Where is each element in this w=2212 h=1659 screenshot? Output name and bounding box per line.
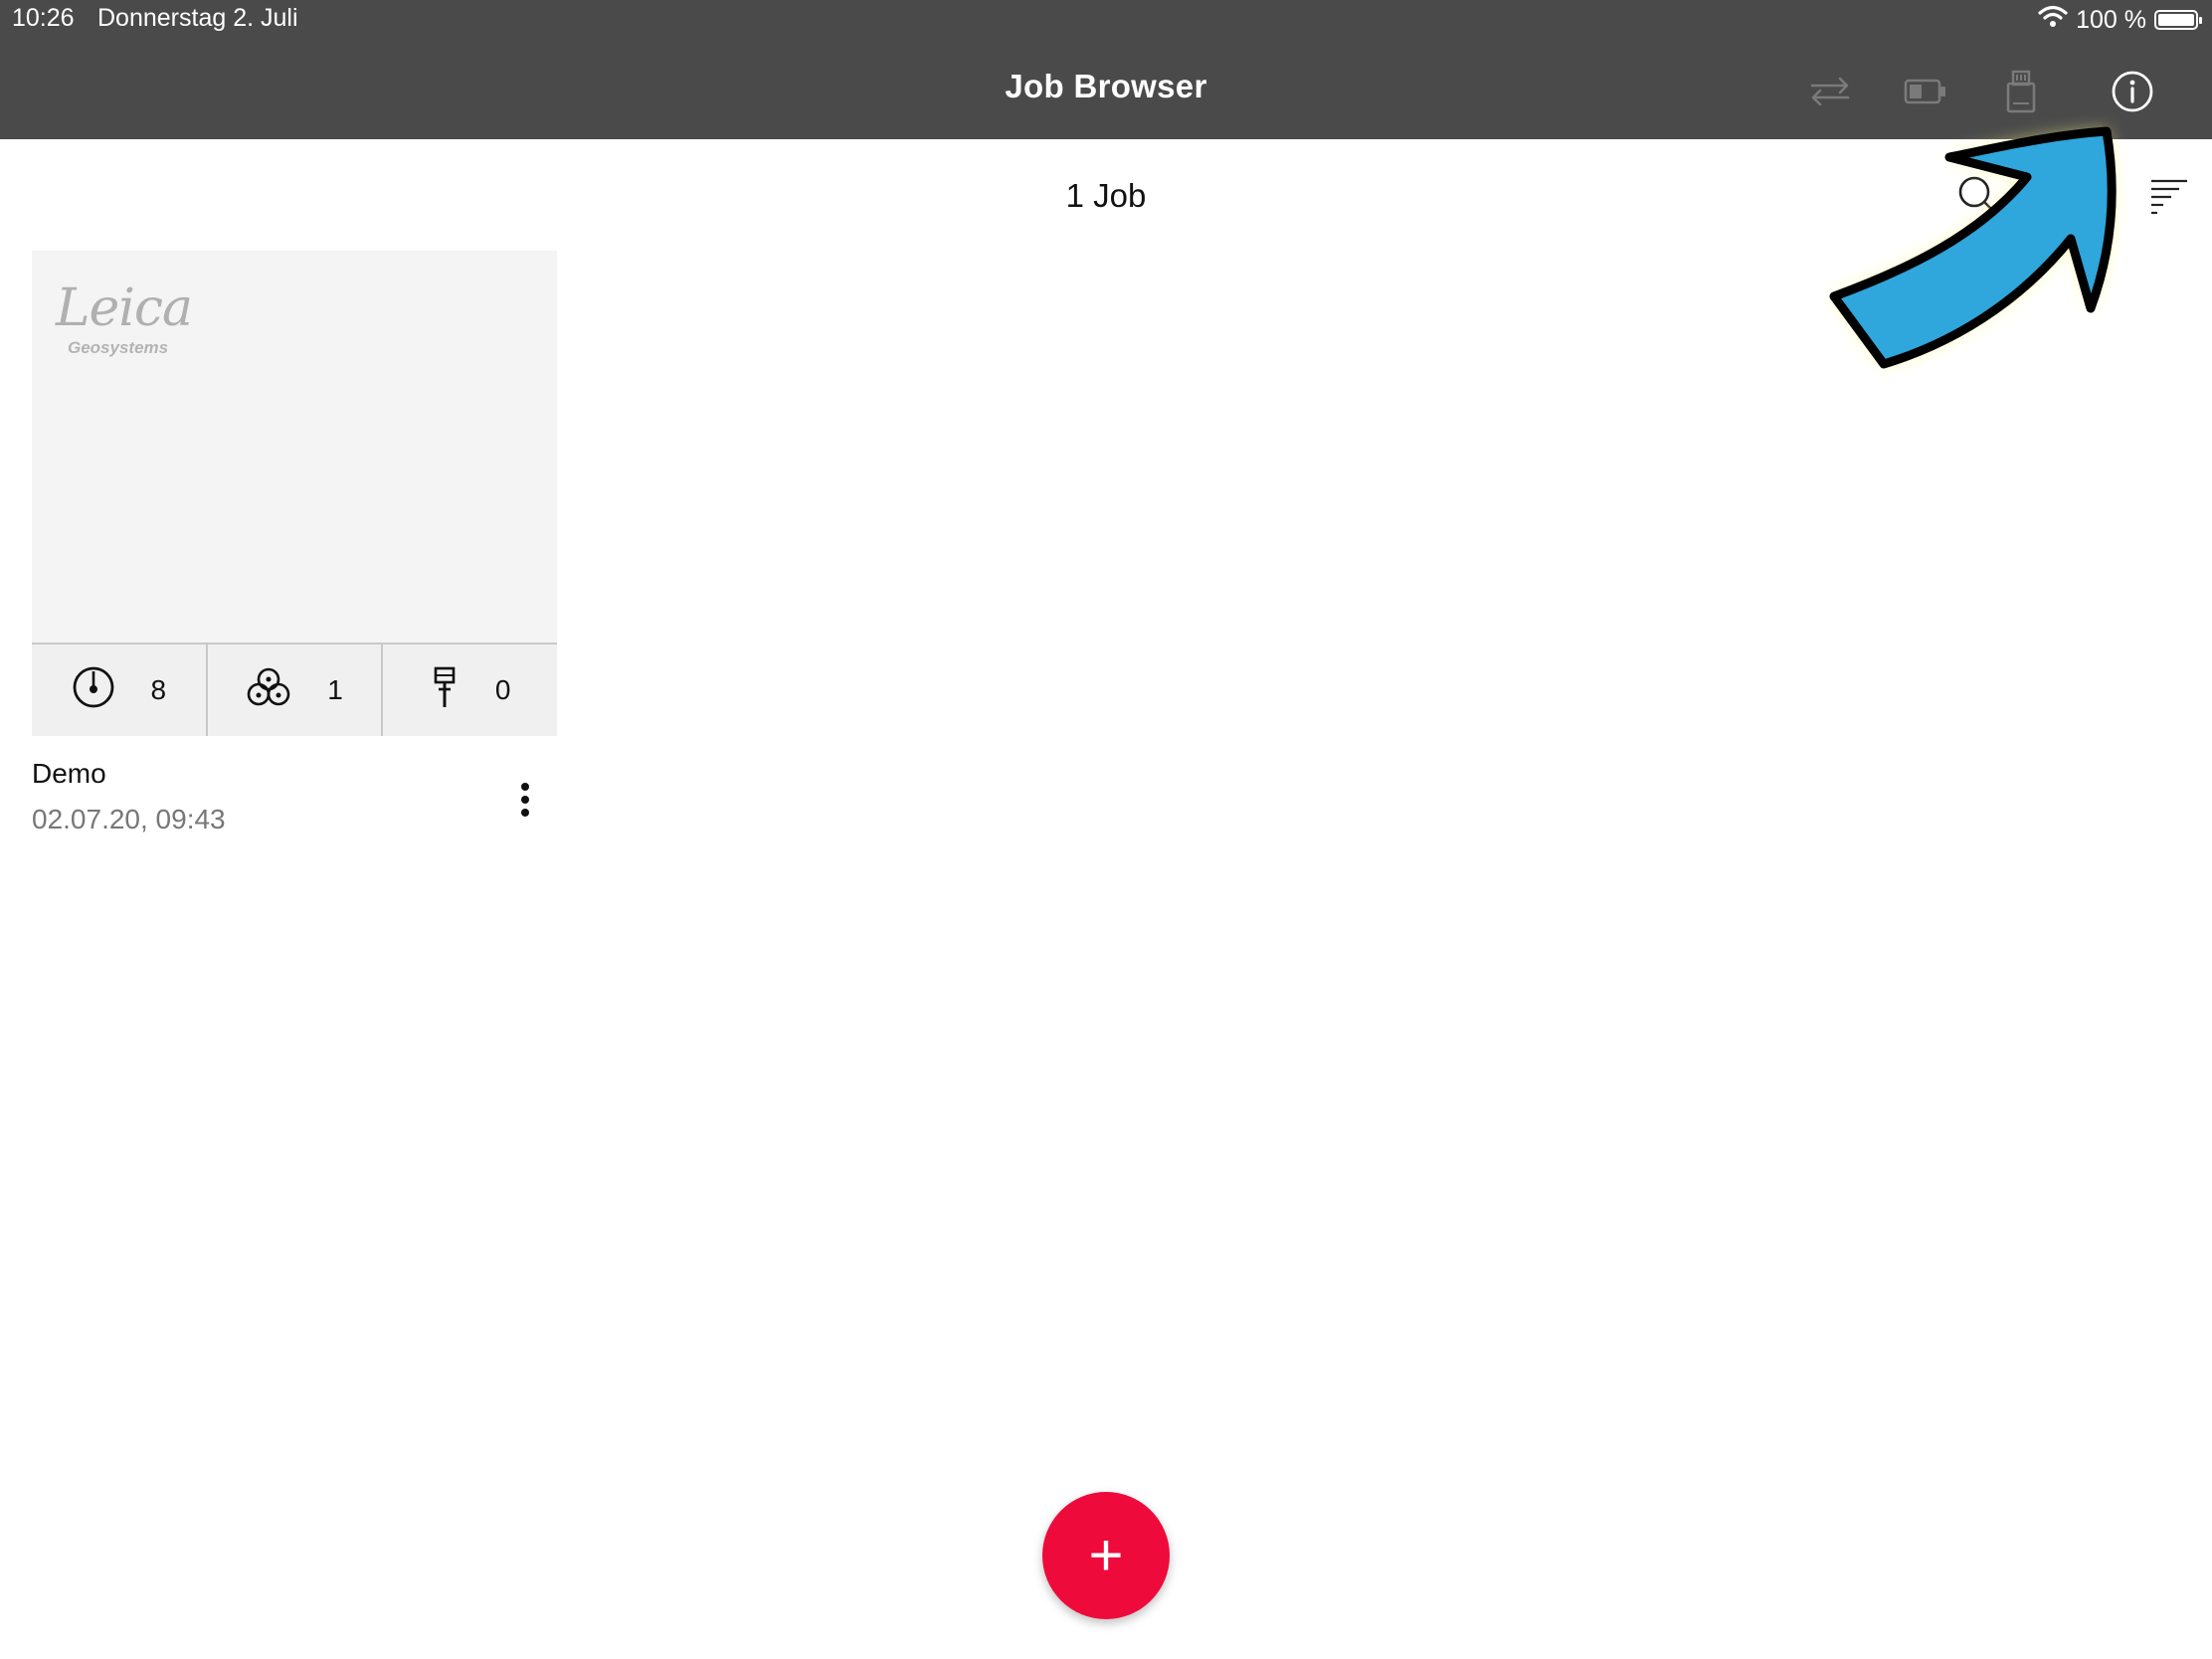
status-date: Donnerstag 2. Juli: [97, 4, 298, 32]
info-icon[interactable]: [2109, 68, 2156, 115]
stat-value: 0: [494, 674, 511, 705]
scan-station-icon: [72, 665, 115, 716]
leica-logo-subtext: Geosystems: [68, 338, 169, 357]
wifi-icon: [2038, 5, 2068, 36]
battery-percent: 100 %: [2076, 5, 2146, 34]
battery-icon: [2154, 10, 2202, 30]
job-name: Demo: [32, 758, 106, 789]
page-title: Job Browser: [1005, 68, 1207, 104]
stat-value: 1: [327, 674, 343, 705]
add-job-button[interactable]: +: [1042, 1492, 1170, 1619]
sd-card-icon[interactable]: [1997, 68, 2045, 115]
annotation-arrow-icon: [1829, 126, 2117, 369]
battery-device-icon[interactable]: [1902, 68, 1949, 115]
stat-clusters: 1: [208, 645, 384, 736]
leica-logo: Leica: [56, 278, 193, 338]
more-options-icon[interactable]: [501, 776, 549, 824]
stat-targets: 0: [383, 645, 557, 736]
sort-icon[interactable]: [2142, 169, 2196, 223]
cluster-icon: [246, 665, 291, 716]
status-time: 10:26: [12, 4, 75, 32]
stat-value: 8: [150, 674, 167, 705]
stat-scan-stations: 8: [32, 645, 208, 736]
job-thumbnail[interactable]: Leica Geosystems: [32, 251, 557, 645]
job-date: 02.07.20, 09:43: [32, 804, 226, 834]
job-stats-bar: 8 1 0: [32, 645, 557, 736]
job-card[interactable]: Leica Geosystems 8 1 0 Demo 02.07.20, 09…: [32, 251, 557, 834]
sync-icon[interactable]: [1806, 68, 1854, 115]
pin-icon: [430, 665, 460, 716]
status-indicators: 100 %: [2038, 4, 2202, 36]
